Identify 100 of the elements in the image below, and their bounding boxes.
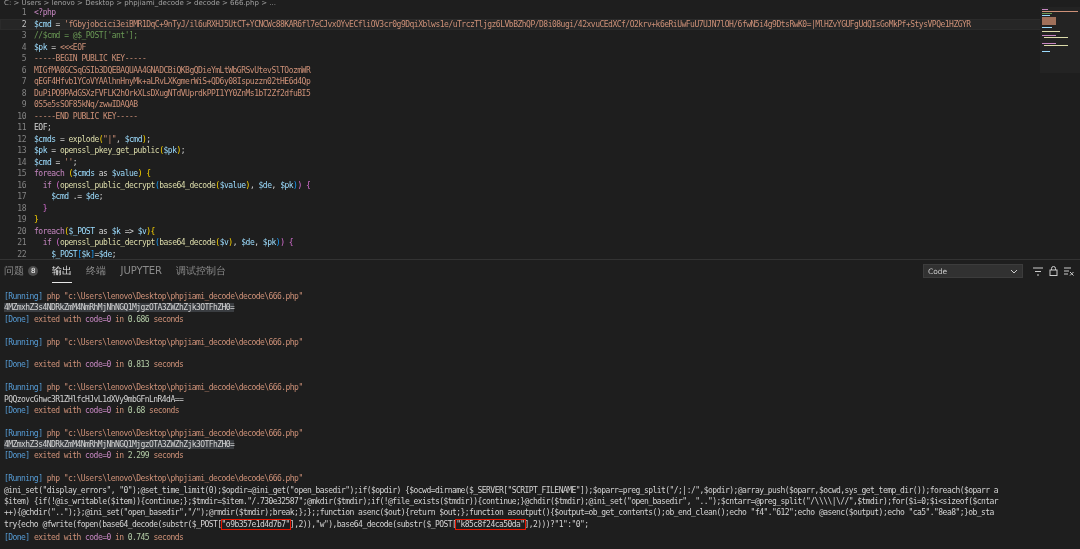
output-text: ],2)),"w"),base64_decode(substr($_POST[ — [289, 519, 457, 529]
code-line: foreach($_POST as $k => $v){ — [34, 225, 155, 237]
output-code: code=0 — [85, 405, 111, 415]
clear-list-icon[interactable] — [1064, 266, 1074, 276]
line-number: 20 — [16, 225, 27, 237]
code-line: $cmd = 'fGbyjobcici3eiBMR1DqC+9nTyJ/il6uRXHJ5UtCT+YCNCWc88KAR6fl7eCJvxOYvECfliOV3cr0g9DqiXblws1e/uTrczTljgz6LVbBZhQP/D8i08ugi/42xvuCEdXCf/O2krv+k6eRiUwFuU7UJN7lOH/6fwN5i4g9DtsRwK0=|MlHZvYGUFgUdQIsGoMkPf+StysVPQe1HZGYR — [34, 18, 971, 30]
code-line: foreach ($cmds as $value) { — [34, 168, 151, 180]
lock-icon[interactable] — [1049, 266, 1058, 276]
boxed-key: "k85c8f24ca50da" — [456, 519, 525, 529]
line-number: 7 — [20, 76, 27, 88]
line-number: 2 — [20, 18, 27, 30]
output-tag: [Running] — [4, 428, 43, 438]
line-number: 15 — [16, 168, 27, 180]
output-tag: [Done] — [4, 314, 30, 324]
line-number: 12 — [16, 133, 27, 145]
code-line: $_POST[$k]=$de; — [50, 248, 117, 259]
line-number: 8 — [20, 87, 27, 99]
highlighted-output: 4MZmxhZ3s4NDRkZmM4NmRhMjNhNGQ1MjgzOTA3ZWZhZjk3OTFhZH0= — [4, 303, 235, 313]
line-number: 11 — [16, 122, 27, 134]
code-line: EOF; — [34, 122, 52, 134]
output-text: @ini_set("display_errors", "0");@set_time_limit(0);$opdir=@ini_get("open_basedir");if($opdir) {$ocwd=dirname($_SERVER["SCRIPT_FILENAME"]);$oparr=preg_split("/;|:/",$opdir);@array_push($oparr,$ocwd,sys_get_temp_dir());foreach($oparr a — [4, 485, 999, 495]
output-text: exited with — [32, 314, 82, 324]
output-tag: [Running] — [4, 337, 43, 347]
code-line: DuPiPO9PAdGSXzFVFLK2hOrkXLsDXugNTdVUprdkPPI1YY0ZnMs1bT2Zf2dfuBI5 — [34, 87, 311, 99]
output-text: php "c:\Users\lenovo\Desktop\phpjiami_decode\decode\666.php" — [45, 474, 303, 484]
highlighted-output: 4MZmxhZ3s4NDRkZmM4NmRhMjNhNGQ1MjgzOTA3ZWZhZjk3OTFhZH0= — [4, 440, 235, 450]
output-code: code=0 — [85, 451, 111, 461]
output-text: in — [113, 360, 125, 370]
code-line: $pk = openssl_pkey_get_public($pk); — [34, 145, 186, 157]
output-text: php "c:\Users\lenovo\Desktop\phpjiami_decode\decode\666.php" — [45, 428, 303, 438]
line-number: 10 — [16, 110, 27, 122]
panel-tab[interactable]: 调试控制台 — [176, 259, 227, 283]
code-line: <?php — [34, 7, 56, 19]
output-code: code=0 — [85, 533, 111, 543]
code-line: MIGfMA0GCSqGSIb3DQEBAQUAA4GNADCBiQKBgQDieYmLtWbGRSvUtevSlTOozmWR — [34, 64, 311, 76]
output-text: seconds — [152, 533, 184, 543]
output-code: code=0 — [85, 314, 111, 324]
panel-tab[interactable]: 终端 — [86, 259, 107, 283]
code-line: $cmd = ''; — [34, 156, 78, 168]
code-line: $pk = <<<EOF — [34, 41, 86, 53]
panel-tab[interactable]: JUPYTER — [120, 259, 163, 283]
output-time: 0.813 — [127, 360, 150, 370]
output-time: 0.686 — [127, 314, 150, 324]
output-text: seconds — [152, 451, 184, 461]
output-tag: [Running] — [4, 474, 43, 484]
line-number: 21 — [16, 237, 27, 249]
output-text: ],2)))?"1":"0"; — [524, 519, 589, 529]
code-line: -----END PUBLIC KEY----- — [34, 110, 138, 122]
line-number: 16 — [16, 179, 27, 191]
line-number: 22 — [16, 248, 27, 259]
boxed-key: "o9b357e1d4d7b7" — [221, 519, 290, 529]
output-tag: [Running] — [4, 383, 43, 393]
output-tag: [Done] — [4, 533, 30, 543]
output-time: 0.745 — [127, 533, 150, 543]
code-line: if (openssl_public_decrypt(base64_decode($v), $de, $pk)) { — [41, 237, 294, 249]
code-line: qEGF4Hfvb1YCoVYAAlhnHnyMk+aLRvLXKgmerWiS+QD6y08Ispuzzn02tHE6d4Qp — [34, 76, 311, 88]
line-number: 4 — [20, 41, 27, 53]
output-text: in — [113, 314, 125, 324]
output-tag: [Done] — [4, 405, 30, 415]
output-code: code=0 — [85, 360, 111, 370]
code-line: if (openssl_public_decrypt(base64_decode($value), $de, $pk)) { — [41, 179, 311, 191]
line-number: 18 — [16, 202, 27, 214]
output-time: 2.299 — [127, 451, 150, 461]
output-text: seconds — [152, 360, 184, 370]
output-text: php "c:\Users\lenovo\Desktop\phpjiami_decode\decode\666.php" — [45, 337, 303, 347]
code-line: $cmds = explode("|", $cmd); — [34, 133, 151, 145]
output-text: seconds — [152, 314, 184, 324]
line-number: 3 — [20, 30, 27, 42]
output-text: ++){@chdir("..");};@ini_set("open_basedir","/");@rmdir($tmdir);break;};};;function asenc($out){return $out;};function asoutput(){$output=ob_get_contents();ob_end_clean();echo "f4"."612";echo @asenc($output);echo "ca5"."8ea8";}ob_sta — [4, 508, 994, 518]
code-line: } — [41, 202, 47, 214]
output-tag: [Done] — [4, 360, 30, 370]
output-text: in — [113, 405, 125, 415]
output-text: exited with — [32, 405, 82, 415]
code-line: 0S5e5sSOF85kNq/zwwIDAQAB — [34, 99, 138, 111]
panel-tab[interactable]: 输出 — [52, 259, 73, 283]
output-text: PQQzovcGhwc3R1ZHlfcHJvL1dXVy9mbGFnLnR4dA== — [4, 394, 184, 404]
line-number: 19 — [16, 214, 27, 226]
line-number: 6 — [20, 64, 27, 76]
chevron-down-icon — [1010, 268, 1018, 274]
code-line: //$cmd = @$_POST['ant']; — [34, 30, 138, 42]
output-text: exited with — [32, 451, 82, 461]
line-number: 14 — [16, 156, 27, 168]
code-line: } — [34, 214, 39, 226]
line-number: 9 — [20, 99, 27, 111]
output-tag: [Done] — [4, 451, 30, 461]
output-text: seconds — [148, 405, 179, 415]
output-text: in — [113, 533, 125, 543]
output-tag: [Running] — [4, 292, 43, 301]
output-text: $item) {if(!@is_writable($item)){continue;};$tmdir=$item."/.730e32587";@mkdir($tmdir);if(!@file_exists($tmdir)){continue;}@chdir($tmdir);@ini_set("open_basedir", "..");$cntarr=@preg_split("/\\\\|\//",$tmdir);for($i=0;$i<sizeof($cntar — [4, 497, 999, 507]
output-text: php "c:\Users\lenovo\Desktop\phpjiami_decode\decode\666.php" — [45, 292, 303, 301]
code-line: $cmd .= $de; — [50, 191, 104, 203]
line-number: 17 — [16, 191, 27, 203]
line-number: 1 — [20, 7, 27, 19]
output-text: php "c:\Users\lenovo\Desktop\phpjiami_decode\decode\666.php" — [45, 383, 303, 393]
line-number: 5 — [20, 53, 27, 65]
filter-list-icon[interactable] — [1033, 266, 1043, 276]
output-time: 0.68 — [127, 405, 145, 415]
line-number: 13 — [16, 145, 27, 157]
output-text: in — [113, 451, 125, 461]
code-line: -----BEGIN PUBLIC KEY----- — [34, 53, 147, 65]
